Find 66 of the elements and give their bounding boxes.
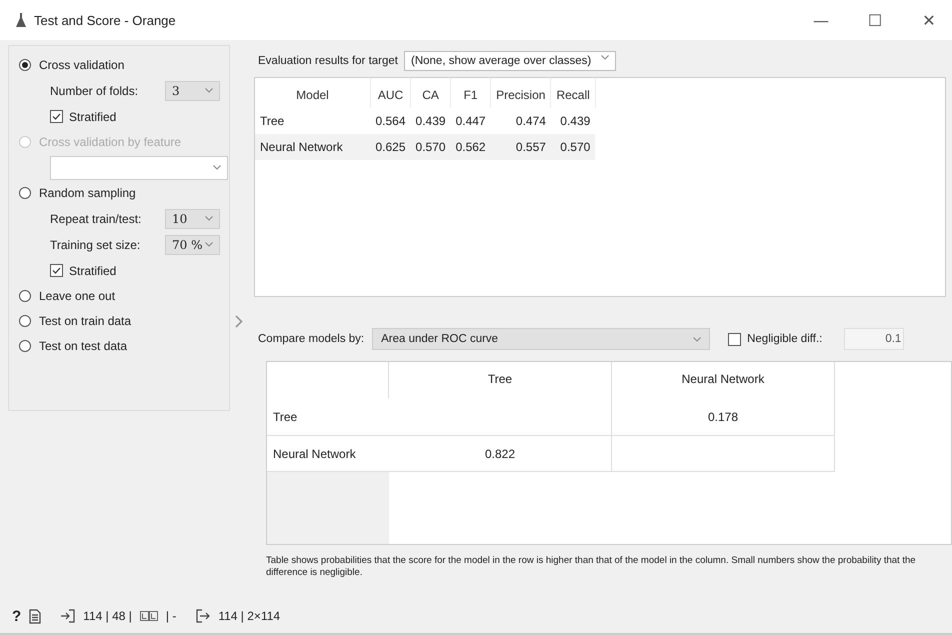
input-summary: 114 | 48 | [83,609,132,623]
window-control[interactable]: ☐ [852,0,898,40]
table-cell: 0.562 [450,134,491,160]
table-cell: 0.474 [490,108,551,134]
setting-label: Repeat train/test: [50,212,142,226]
radio-label[interactable]: Leave one out [39,289,116,303]
column-header: Neural Network [612,362,835,398]
radio-label[interactable]: Cross validation [39,58,124,72]
table-cell: 0.570 [550,134,596,160]
table-cell: 0.557 [490,134,551,160]
radio-button[interactable] [19,340,31,352]
caret-icon [205,88,213,93]
caret-icon [601,55,610,60]
radio-button[interactable] [19,315,31,327]
table-cell: 0.822 [389,436,612,472]
window-control[interactable]: — [798,0,844,40]
window-control[interactable]: ✕ [906,0,952,40]
table-icon [140,611,158,621]
setting-label: Number of folds: [50,84,140,98]
dropdown[interactable]: 10 [165,208,220,228]
radio-label[interactable]: Random sampling [39,186,136,200]
checkbox[interactable]: Stratified [50,264,116,278]
input-summary-tail: | - [166,609,176,623]
table-cell: 0.439 [550,108,596,134]
input-icon [61,609,76,623]
table-cell: Tree [255,108,370,134]
target-label: Evaluation results for target [258,55,398,67]
column-header[interactable]: Precision [490,78,551,108]
table-cell: 0.570 [410,134,451,160]
table-cell: 0.439 [410,108,451,134]
output-summary: 114 | 2×114 [218,609,280,623]
compare-label: Compare models by: [258,333,364,345]
table-cell: 0.625 [370,134,411,160]
caret-icon [213,165,221,170]
column-header[interactable]: AUC [370,78,411,108]
dropdown[interactable]: 3 [165,80,220,100]
caret-icon [693,336,702,342]
table-cell: 0.564 [370,108,411,134]
column-header[interactable]: Model [255,78,370,108]
radio-button[interactable] [19,187,31,199]
table-cell: Neural Network [255,134,370,160]
checkmark-icon [52,113,61,120]
document-icon[interactable] [29,608,42,624]
column-header[interactable]: F1 [450,78,491,108]
window-title: Test and Score - Orange [34,12,176,28]
column-header[interactable]: Recall [550,78,596,108]
note-text: Table shows probabilities that the score for the model in the row is higher than that of the model in the column. Small numbers show the probability that the difference is negligible. [266,555,917,579]
table-cell: 0.178 [612,398,835,436]
metric-dropdown[interactable]: Area under ROC curve [372,328,710,350]
column-header[interactable]: CA [410,78,451,108]
radio-button[interactable] [19,59,31,71]
setting-label: Training set size: [50,238,142,252]
checkbox[interactable]: Stratified [50,110,116,124]
dropdown[interactable]: 70 % [165,234,220,254]
output-icon [196,609,210,623]
table-cell: 0.447 [450,108,491,134]
radio-label[interactable]: Test on train data [39,314,132,328]
flask-icon [16,13,26,27]
radio-label[interactable]: Test on test data [39,339,128,353]
caret-icon [205,242,213,247]
caret-icon [205,216,213,221]
help-icon[interactable]: ? [12,608,22,624]
target-dropdown[interactable]: (None, show average over classes) [404,51,616,71]
column-header: Tree [389,362,612,398]
radio-button[interactable] [19,290,31,302]
checkmark-icon [52,267,61,274]
